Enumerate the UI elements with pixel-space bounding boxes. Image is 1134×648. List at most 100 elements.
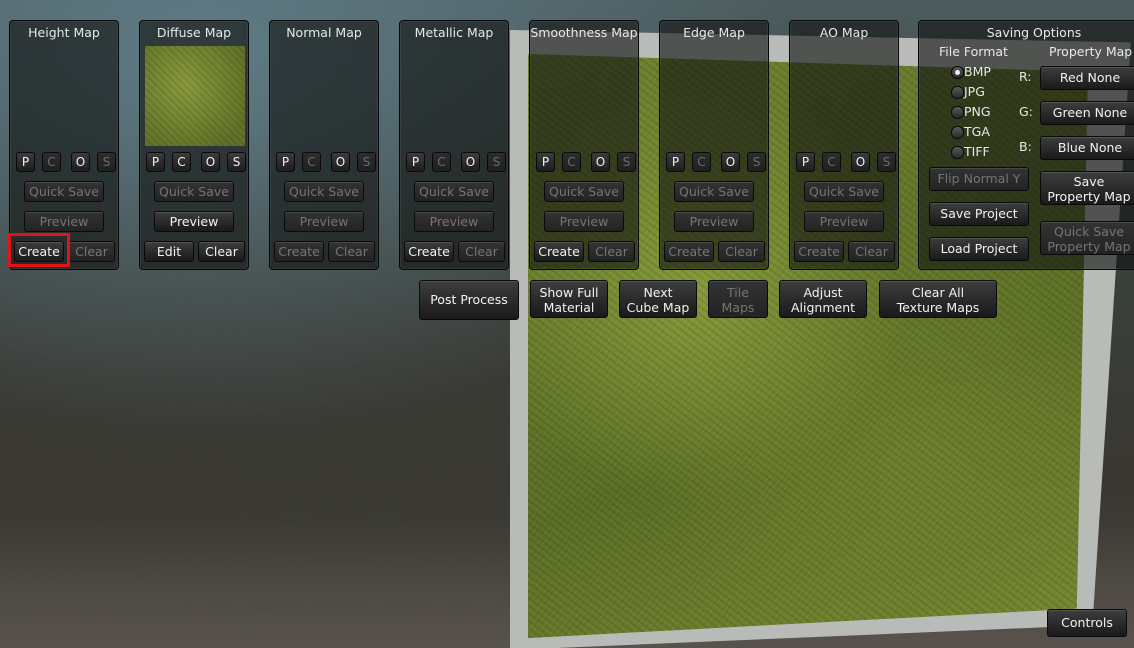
adjust-alignment-line1: Adjust [803, 285, 843, 300]
property-map-label: Property Map [1049, 44, 1133, 59]
load-project-button[interactable]: Load Project [929, 237, 1029, 261]
toggle-c[interactable]: C [692, 152, 711, 172]
format-radio-tga[interactable] [951, 126, 964, 139]
flip-normal-y-button[interactable]: Flip Normal Y [929, 167, 1029, 191]
toggle-c[interactable]: C [822, 152, 841, 172]
format-label-png: PNG [964, 104, 991, 119]
toggle-o[interactable]: O [851, 152, 870, 172]
create-button[interactable]: Create [274, 241, 324, 262]
toggle-p[interactable]: P [406, 152, 425, 172]
save-property-map-line1: Save [1073, 174, 1105, 189]
quick-save-button[interactable]: Quick Save [544, 181, 624, 202]
toggle-o[interactable]: O [591, 152, 610, 172]
format-label-tga: TGA [964, 124, 990, 139]
format-label-tiff: TIFF [964, 144, 990, 159]
format-radio-jpg[interactable] [951, 86, 964, 99]
toggle-c[interactable]: C [432, 152, 451, 172]
quick-save-button[interactable]: Quick Save [284, 181, 364, 202]
preview-button[interactable]: Preview [284, 211, 364, 232]
clear-button[interactable]: Clear [328, 241, 375, 262]
quick-save-button[interactable]: Quick Save [804, 181, 884, 202]
toggle-s[interactable]: S [97, 152, 116, 172]
quick-save-button[interactable]: Quick Save [674, 181, 754, 202]
green-channel-button[interactable]: Green None [1040, 101, 1134, 125]
create-button[interactable]: Create [794, 241, 844, 262]
panel-title: Height Map [28, 25, 100, 40]
toggle-p[interactable]: P [536, 152, 555, 172]
next-cube-map-button[interactable]: Next Cube Map [619, 280, 697, 318]
edit-button[interactable]: Edit [144, 241, 194, 262]
toggle-s[interactable]: S [877, 152, 896, 172]
toggle-c[interactable]: C [562, 152, 581, 172]
show-full-material-button[interactable]: Show Full Material [530, 280, 608, 318]
blue-channel-button[interactable]: Blue None [1040, 136, 1134, 160]
channel-toggles: P C O S [404, 152, 506, 172]
clear-button[interactable]: Clear [848, 241, 895, 262]
toggle-s[interactable]: S [617, 152, 636, 172]
toggle-o[interactable]: O [461, 152, 480, 172]
tile-maps-line2: Maps [721, 300, 755, 315]
create-button[interactable]: Create [664, 241, 714, 262]
show-full-material-line2: Material [543, 300, 595, 315]
toggle-o[interactable]: O [331, 152, 350, 172]
clear-button[interactable]: Clear [718, 241, 765, 262]
format-radio-png[interactable] [951, 106, 964, 119]
format-label-bmp: BMP [964, 64, 991, 79]
toggle-p[interactable]: P [796, 152, 815, 172]
toggle-o[interactable]: O [721, 152, 740, 172]
toggle-o[interactable]: O [71, 152, 90, 172]
toggle-c[interactable]: C [172, 152, 191, 172]
preview-button[interactable]: Preview [804, 211, 884, 232]
create-button[interactable]: Create [534, 241, 584, 262]
toggle-p[interactable]: P [276, 152, 295, 172]
save-project-button[interactable]: Save Project [929, 202, 1029, 226]
channel-toggles: P C O S [794, 152, 896, 172]
preview-button[interactable]: Preview [544, 211, 624, 232]
toggle-p[interactable]: P [146, 152, 165, 172]
toggle-p[interactable]: P [666, 152, 685, 172]
toggle-s[interactable]: S [487, 152, 506, 172]
channel-toggles: P C O S [14, 152, 116, 172]
clear-button[interactable]: Clear [588, 241, 635, 262]
format-radio-tiff[interactable] [951, 146, 964, 159]
tile-maps-button[interactable]: Tile Maps [708, 280, 768, 318]
ao-map-panel: AO Map P C O S Quick Save Preview Create… [789, 20, 899, 270]
panel-title: Edge Map [683, 25, 745, 40]
channel-toggles: P C O S [664, 152, 766, 172]
clear-all-texture-maps-line2: Texture Maps [896, 300, 980, 315]
create-button[interactable]: Create [404, 241, 454, 262]
post-process-button[interactable]: Post Process [419, 280, 519, 320]
format-radio-bmp[interactable] [951, 66, 964, 79]
red-channel-button[interactable]: Red None [1040, 66, 1134, 90]
quick-save-property-map-line2: Property Map [1047, 239, 1131, 254]
toggle-s[interactable]: S [227, 152, 246, 172]
clear-all-texture-maps-button[interactable]: Clear All Texture Maps [879, 280, 997, 318]
toggle-o[interactable]: O [201, 152, 220, 172]
quick-save-button[interactable]: Quick Save [154, 181, 234, 202]
preview-button[interactable]: Preview [24, 211, 104, 232]
saving-options-panel: Saving Options File Format Property Map … [918, 20, 1134, 270]
save-property-map-button[interactable]: Save Property Map [1040, 171, 1134, 205]
toggle-c[interactable]: C [42, 152, 61, 172]
quick-save-button[interactable]: Quick Save [414, 181, 494, 202]
controls-button[interactable]: Controls [1047, 609, 1127, 637]
quick-save-button[interactable]: Quick Save [24, 181, 104, 202]
preview-button[interactable]: Preview [414, 211, 494, 232]
adjust-alignment-button[interactable]: Adjust Alignment [779, 280, 867, 318]
preview-button[interactable]: Preview [154, 211, 234, 232]
toggle-c[interactable]: C [302, 152, 321, 172]
create-button-highlight [8, 233, 70, 267]
quick-save-property-map-button[interactable]: Quick Save Property Map [1040, 221, 1134, 255]
preview-button[interactable]: Preview [674, 211, 754, 232]
clear-button[interactable]: Clear [198, 241, 245, 262]
toggle-s[interactable]: S [747, 152, 766, 172]
next-cube-map-line2: Cube Map [626, 300, 690, 315]
format-label-jpg: JPG [964, 84, 985, 99]
adjust-alignment-line2: Alignment [790, 300, 856, 315]
clear-button[interactable]: Clear [458, 241, 505, 262]
diffuse-thumbnail [145, 46, 245, 146]
clear-button[interactable]: Clear [68, 241, 115, 262]
toggle-p[interactable]: P [16, 152, 35, 172]
toggle-s[interactable]: S [357, 152, 376, 172]
channel-b-label: B: [1019, 139, 1032, 154]
